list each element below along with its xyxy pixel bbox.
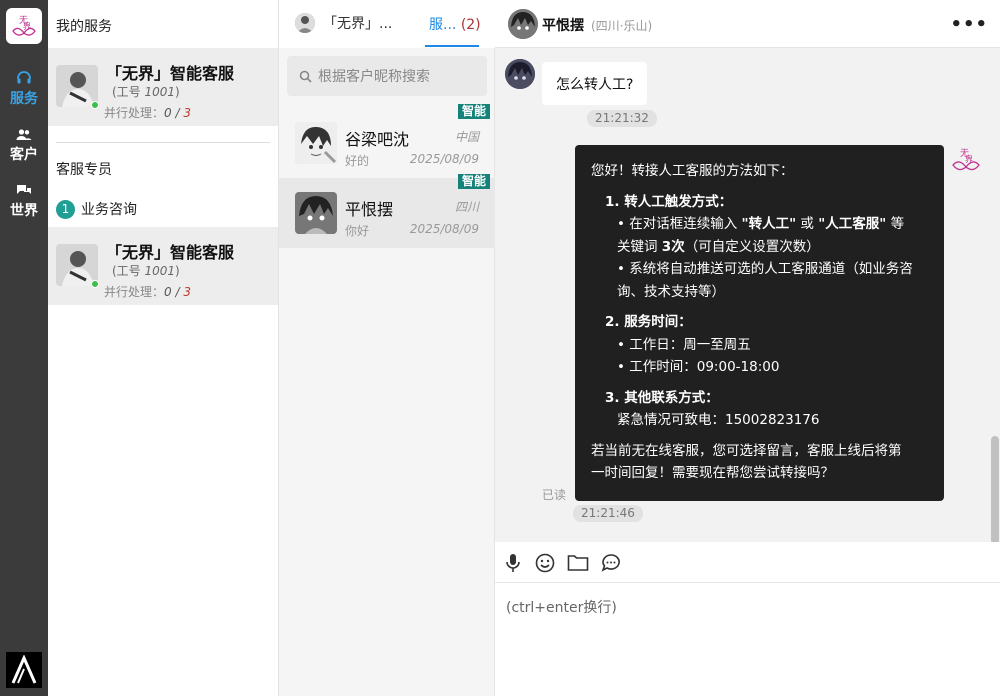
agent-name: 「无界」智能客服 xyxy=(106,243,235,262)
group-count-badge: 1 xyxy=(56,199,75,219)
nav-rail: 无 界 服务 客户 世界 xyxy=(0,0,48,696)
composer-toolbar xyxy=(495,543,1000,583)
nav-world-label: 世界 xyxy=(10,203,38,219)
chat-header: 平恨摆 (四川·乐山) ••• xyxy=(495,0,1000,48)
customer-location: 中国 xyxy=(454,130,479,144)
tab-service-count: (2) xyxy=(460,17,481,33)
incoming-message: 怎么转人工? xyxy=(542,62,648,105)
microphone-icon[interactable] xyxy=(503,553,523,573)
agent-card[interactable]: 「无界」智能客服 (工号 1001) 并行处理：0 / 3 xyxy=(48,227,278,305)
customer-row[interactable]: 谷梁吧沈 中国 好的 2025/08/09 xyxy=(279,108,495,178)
folder-icon[interactable] xyxy=(567,553,589,573)
agent-avatar xyxy=(56,65,98,107)
chat-bubbles-icon xyxy=(17,185,31,194)
message-input[interactable]: (ctrl+enter换行) xyxy=(495,584,1000,696)
chat-scrollbar[interactable] xyxy=(991,436,999,542)
agent-mini-avatar xyxy=(295,13,315,33)
chat-bubble-icon[interactable] xyxy=(601,553,621,573)
tab-service[interactable]: 服... (2) xyxy=(429,14,481,34)
app-logo: 无 界 xyxy=(6,8,42,44)
emoji-icon[interactable] xyxy=(535,553,555,573)
chat-messages[interactable]: 怎么转人工? 21:21:32 无 界 您好！转接人工客服的方法如下： 1. 转… xyxy=(495,48,1000,542)
customer-location: 四川 xyxy=(454,200,479,214)
my-agent-card[interactable]: 「无界」智能客服 (工号 1001) 并行处理：0 / 3 xyxy=(48,48,278,126)
search-icon xyxy=(299,70,312,83)
divider xyxy=(56,142,270,143)
section-title: 客服专员 xyxy=(56,162,112,178)
customer-avatar xyxy=(295,192,337,234)
group-name: 业务咨询 xyxy=(81,202,137,218)
nav-service-label: 服务 xyxy=(10,91,38,107)
message-input-placeholder: (ctrl+enter换行) xyxy=(506,600,617,616)
tab-current-agent[interactable]: 「无界」... xyxy=(295,13,392,33)
nav-service[interactable]: 服务 xyxy=(0,70,48,108)
customer-search-input[interactable]: 根据客户昵称搜索 xyxy=(287,56,487,96)
customer-avatar xyxy=(508,9,538,39)
service-panel: 我的服务 「无界」智能客服 (工号 1001) 并行处理：0 / 3 客服专员 … xyxy=(48,0,279,696)
nav-world[interactable]: 世界 xyxy=(0,184,48,220)
agent-load: 并行处理：0 / 3 xyxy=(104,285,191,299)
search-placeholder: 根据客户昵称搜索 xyxy=(318,69,430,85)
message-timestamp: 21:21:32 xyxy=(587,110,657,127)
agent-avatar xyxy=(56,244,98,286)
agent-name: 「无界」智能客服 xyxy=(106,64,235,83)
agent-job-number: (工号 1001) xyxy=(112,85,180,99)
online-status-dot xyxy=(91,280,99,288)
chat-customer-name: 平恨摆 xyxy=(542,18,584,34)
nav-customers-label: 客户 xyxy=(10,147,38,163)
customer-list-panel: 「无界」... 服... (2) 根据客户昵称搜索 智能 谷梁吧沈 中国 好的 xyxy=(279,0,495,696)
brand-logo xyxy=(6,652,42,688)
tab-service-label: 服... xyxy=(429,17,457,33)
customer-last-message: 你好 xyxy=(345,224,370,238)
bot-avatar: 无 界 xyxy=(950,144,982,176)
users-icon xyxy=(16,129,32,140)
nav-customers[interactable]: 客户 xyxy=(0,128,48,164)
message-timestamp: 21:21:46 xyxy=(573,505,643,522)
customer-name: 谷梁吧沈 xyxy=(345,130,410,149)
customer-avatar xyxy=(505,59,535,89)
outgoing-message: 您好！转接人工客服的方法如下： 1. 转人工触发方式： • 在对话框连续输入 "… xyxy=(575,145,944,501)
tab-current-agent-label: 「无界」... xyxy=(323,16,393,32)
customer-tabs: 「无界」... 服... (2) xyxy=(279,0,495,48)
online-status-dot xyxy=(91,101,99,109)
smart-tag: 智能 xyxy=(458,174,490,189)
service-panel-title: 我的服务 xyxy=(56,19,112,35)
customer-last-message: 好的 xyxy=(345,154,370,168)
customer-date: 2025/08/09 xyxy=(409,222,479,236)
agent-load: 并行处理：0 / 3 xyxy=(104,106,191,120)
headset-icon xyxy=(17,71,31,84)
chat-panel: 平恨摆 (四川·乐山) ••• 怎么转人工? 21:21:32 无 界 您好！转… xyxy=(495,0,1000,696)
active-tab-indicator xyxy=(425,45,479,47)
group-business-inquiry[interactable]: 1 业务咨询 xyxy=(56,199,137,219)
customer-date: 2025/08/09 xyxy=(409,152,479,166)
chat-customer-location: (四川·乐山) xyxy=(591,19,653,33)
agent-job-number: (工号 1001) xyxy=(112,264,180,278)
customer-avatar xyxy=(295,122,337,164)
read-receipt: 已读 xyxy=(542,488,567,502)
more-options-button[interactable]: ••• xyxy=(950,14,988,35)
customer-name: 平恨摆 xyxy=(345,200,394,219)
